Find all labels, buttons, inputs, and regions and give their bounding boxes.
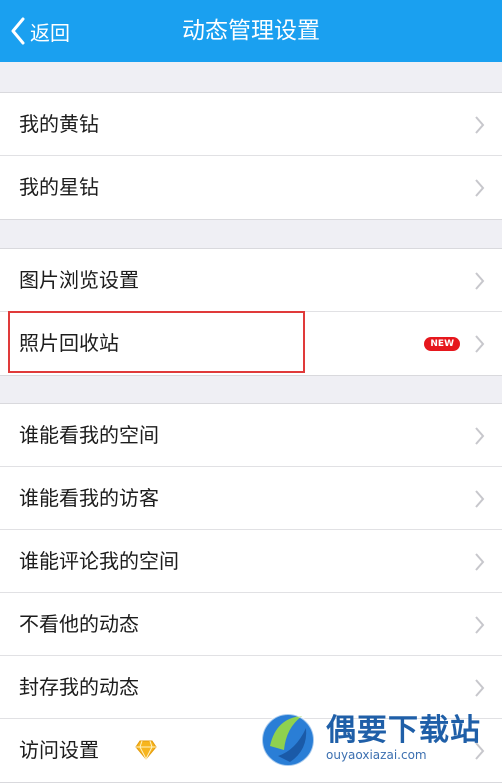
list-item-hide-their-feed[interactable]: 不看他的动态 bbox=[0, 593, 502, 656]
list-item-who-can-view-visitors[interactable]: 谁能看我的访客 bbox=[0, 467, 502, 530]
chevron-right-icon bbox=[475, 116, 485, 134]
new-badge: NEW bbox=[424, 337, 460, 351]
chevron-right-icon bbox=[475, 179, 485, 197]
chevron-right-icon bbox=[475, 490, 485, 508]
chevron-right-icon bbox=[475, 553, 485, 571]
list-item-yellow-diamond[interactable]: 我的黄钻 bbox=[0, 93, 502, 156]
site-logo-icon bbox=[261, 712, 315, 767]
list-item-image-browsing[interactable]: 图片浏览设置 bbox=[0, 249, 502, 312]
list-item-star-diamond[interactable]: 我的星钻 bbox=[0, 156, 502, 219]
list-item-label: 封存我的动态 bbox=[19, 675, 139, 699]
chevron-right-icon bbox=[475, 616, 485, 634]
list-item-photo-recycle-bin[interactable]: 照片回收站 NEW bbox=[0, 312, 502, 375]
chevron-right-icon bbox=[475, 679, 485, 697]
list-item-label: 访问设置 bbox=[19, 738, 99, 762]
list-item-label: 我的星钻 bbox=[19, 175, 99, 199]
list-item-label: 图片浏览设置 bbox=[19, 268, 139, 292]
nav-bar: 返回 动态管理设置 bbox=[0, 0, 502, 62]
chevron-right-icon bbox=[475, 427, 485, 445]
page-title: 动态管理设置 bbox=[182, 18, 320, 44]
diamond-icon bbox=[135, 740, 157, 760]
chevron-right-icon bbox=[475, 272, 485, 290]
list-item-label: 不看他的动态 bbox=[19, 612, 139, 636]
watermark-url: ouyaoxiazai.com bbox=[326, 747, 427, 762]
settings-group-photos: 图片浏览设置 照片回收站 NEW bbox=[0, 248, 502, 376]
list-item-who-can-view-space[interactable]: 谁能看我的空间 bbox=[0, 404, 502, 467]
chevron-right-icon bbox=[475, 335, 485, 353]
list-item-label: 谁能评论我的空间 bbox=[19, 549, 179, 573]
settings-group-diamonds: 我的黄钻 我的星钻 bbox=[0, 92, 502, 220]
list-item-label: 谁能看我的空间 bbox=[19, 423, 159, 447]
list-item-label: 照片回收站 bbox=[19, 331, 119, 355]
watermark: 偶要下载站 ouyaoxiazai.com bbox=[256, 704, 502, 771]
watermark-title: 偶要下载站 bbox=[326, 712, 481, 748]
list-item-who-can-comment[interactable]: 谁能评论我的空间 bbox=[0, 530, 502, 593]
list-item-label: 谁能看我的访客 bbox=[19, 486, 159, 510]
list-item-label: 我的黄钻 bbox=[19, 112, 99, 136]
